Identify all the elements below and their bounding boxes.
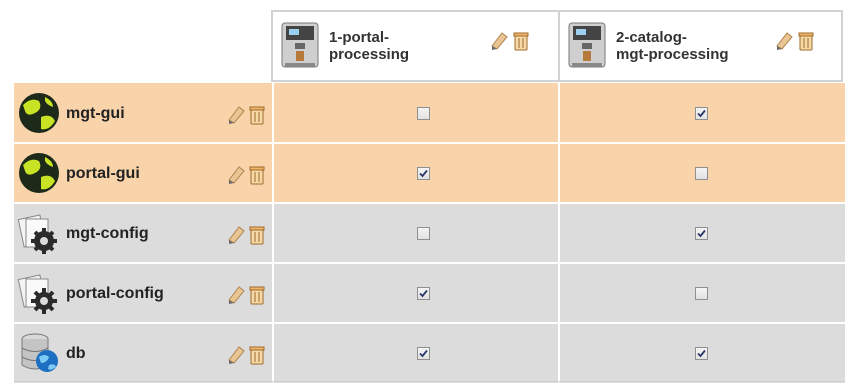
assignment-checkbox[interactable] <box>417 227 430 240</box>
column-divider <box>272 83 274 383</box>
delete-trash-icon[interactable] <box>248 343 266 365</box>
checkmark-icon <box>419 349 428 358</box>
row-label: db <box>66 345 86 362</box>
edit-pencil-icon[interactable] <box>226 103 248 125</box>
column-header-line2: processing <box>329 46 410 63</box>
checkmark-icon <box>697 109 706 118</box>
row-divider <box>14 202 845 204</box>
column-header-line2: mgt-processing <box>616 46 729 63</box>
row-divider <box>14 322 845 324</box>
row-divider <box>14 262 845 264</box>
edit-pencil-icon[interactable] <box>226 283 248 305</box>
row-label: portal-gui <box>66 165 140 182</box>
delete-trash-icon[interactable] <box>248 103 266 125</box>
row-actions <box>226 103 266 125</box>
config-gear-icon <box>17 214 57 254</box>
checkmark-icon <box>697 229 706 238</box>
row-actions <box>226 163 266 185</box>
assignment-checkbox[interactable] <box>417 287 430 300</box>
edit-pencil-icon[interactable] <box>226 223 248 245</box>
row-label: mgt-config <box>66 225 149 242</box>
checkmark-icon <box>419 169 428 178</box>
assignment-checkbox[interactable] <box>417 167 430 180</box>
delete-trash-icon[interactable] <box>248 283 266 305</box>
checkmark-icon <box>697 349 706 358</box>
assignment-checkbox[interactable] <box>695 107 708 120</box>
edit-pencil-icon[interactable] <box>489 29 511 51</box>
globe-icon <box>19 93 59 133</box>
row-actions <box>226 343 266 365</box>
assignment-checkbox[interactable] <box>417 347 430 360</box>
column-header-catalog-mgt-processing: 2-catalog- mgt-processing <box>558 10 843 82</box>
coffee-machine-icon <box>281 22 319 68</box>
column-header-line1: 2-catalog- <box>616 29 687 46</box>
edit-pencil-icon[interactable] <box>226 343 248 365</box>
column-header-portal-processing: 1-portal- processing <box>271 10 560 82</box>
table-row: portal-config <box>14 263 845 323</box>
row-label: mgt-gui <box>66 105 125 122</box>
edit-pencil-icon[interactable] <box>226 163 248 185</box>
delete-trash-icon[interactable] <box>797 29 815 51</box>
coffee-machine-icon <box>568 22 606 68</box>
column-header-label: 2-catalog- mgt-processing <box>616 29 766 63</box>
delete-trash-icon[interactable] <box>512 29 530 51</box>
assignment-checkbox[interactable] <box>695 287 708 300</box>
column-header-line1: 1-portal- <box>329 29 389 46</box>
checkmark-icon <box>419 289 428 298</box>
column-header-actions <box>489 29 530 51</box>
assignment-grid: 1-portal- processing 2-catalog- mgt-proc… <box>0 0 845 385</box>
assignment-checkbox[interactable] <box>695 167 708 180</box>
database-icon <box>21 333 58 372</box>
delete-trash-icon[interactable] <box>248 223 266 245</box>
assignment-checkbox[interactable] <box>695 347 708 360</box>
table-row: mgt-config <box>14 203 845 263</box>
assignment-checkbox[interactable] <box>417 107 430 120</box>
table-row: mgt-gui <box>14 83 845 143</box>
table-bottom-border <box>14 381 845 382</box>
table-row: db <box>14 323 845 383</box>
column-divider <box>558 83 560 383</box>
row-actions <box>226 283 266 305</box>
row-divider <box>14 142 845 144</box>
edit-pencil-icon[interactable] <box>774 29 796 51</box>
row-label: portal-config <box>66 285 164 302</box>
assignment-checkbox[interactable] <box>695 227 708 240</box>
column-header-label: 1-portal- processing <box>329 29 479 63</box>
delete-trash-icon[interactable] <box>248 163 266 185</box>
globe-icon <box>19 153 59 193</box>
row-actions <box>226 223 266 245</box>
config-gear-icon <box>17 274 57 314</box>
table-row: portal-gui <box>14 143 845 203</box>
column-header-actions <box>774 29 815 51</box>
